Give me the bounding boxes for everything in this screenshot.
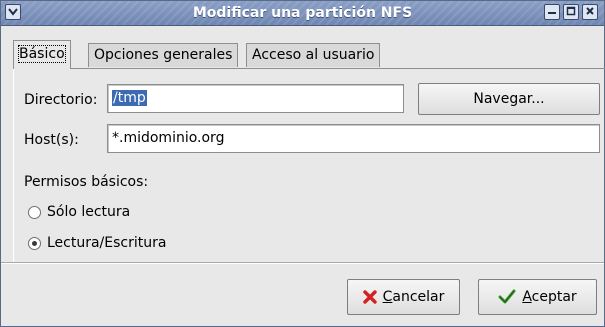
- red-x-icon: [362, 290, 377, 304]
- radio-read-write-label[interactable]: Lectura/Escritura: [47, 235, 166, 251]
- hosts-label: Host(s):: [24, 132, 79, 148]
- browse-button[interactable]: Navegar...: [418, 83, 600, 115]
- tab-label: Acceso al usuario: [252, 47, 375, 63]
- minimize-icon: [547, 5, 557, 20]
- permissions-heading: Permisos básicos:: [24, 174, 149, 190]
- tab-label: Básico: [18, 45, 66, 63]
- radio-read-only-label[interactable]: Sólo lectura: [47, 204, 130, 220]
- cancel-button[interactable]: Cancelar: [347, 279, 460, 315]
- directory-label: Directorio:: [24, 92, 98, 108]
- radio-read-only[interactable]: [28, 206, 41, 219]
- radio-read-write[interactable]: [28, 237, 41, 250]
- window-title: Modificar una partición NFS: [192, 5, 413, 21]
- maximize-button[interactable]: [563, 4, 579, 20]
- hosts-value: *.midominio.org: [112, 130, 225, 146]
- separator: [1, 262, 604, 264]
- cancel-button-label: Cancelar: [382, 289, 445, 305]
- tab-opciones-generales[interactable]: Opciones generales: [88, 43, 239, 67]
- ok-button[interactable]: Aceptar: [478, 279, 597, 315]
- close-icon: [585, 5, 595, 20]
- checkmark-icon: [498, 289, 516, 305]
- dialog-window: Modificar una partición NFS Básico Opcio…: [0, 0, 605, 327]
- close-button[interactable]: [582, 4, 598, 20]
- hosts-input[interactable]: *.midominio.org: [107, 124, 600, 153]
- directory-value: /tmp: [112, 90, 147, 106]
- tab-acceso-al-usuario[interactable]: Acceso al usuario: [246, 43, 381, 67]
- tab-label: Opciones generales: [94, 47, 233, 63]
- directory-input[interactable]: /tmp: [107, 84, 404, 113]
- title-bar[interactable]: Modificar una partición NFS: [1, 1, 604, 26]
- ok-button-label: Aceptar: [522, 289, 577, 305]
- tab-basico[interactable]: Básico: [13, 40, 71, 69]
- maximize-icon: [566, 5, 576, 20]
- minimize-button[interactable]: [544, 4, 560, 20]
- browse-button-label: Navegar...: [473, 91, 545, 107]
